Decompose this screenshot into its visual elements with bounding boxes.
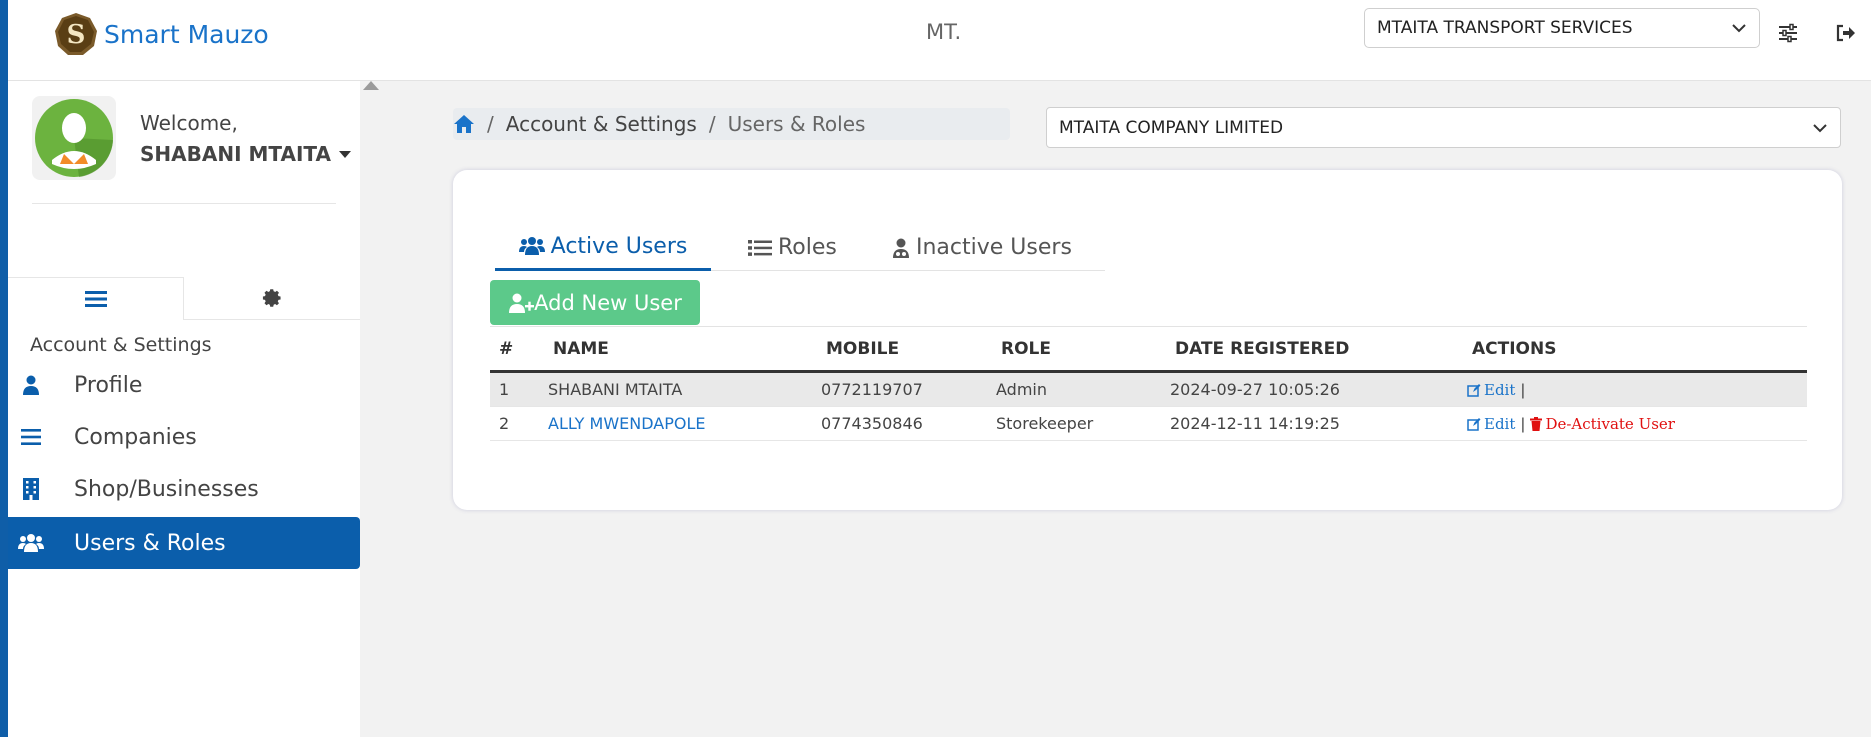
welcome-text: Welcome, [140,111,238,135]
sidebar-item-label: Companies [74,424,197,450]
cell-name: SHABANI MTAITA [548,380,683,399]
users-icon [18,533,44,553]
edit-link[interactable]: Edit [1467,415,1515,433]
tab-inactive-users[interactable]: Inactive Users [892,224,1072,271]
brand-logo-icon: S [55,13,97,55]
breadcrumb: / Account & Settings / Users & Roles [453,108,1010,140]
breadcrumb-item[interactable]: Account & Settings [506,112,697,136]
brand[interactable]: S Smart Mauzo [54,12,269,56]
cell-actions: Edit | De-Activate User [1467,415,1807,433]
avatar[interactable] [32,96,116,180]
header-center-text: MT. [926,20,962,44]
tab-label: Roles [778,235,837,260]
tab-active-users[interactable]: Active Users [495,224,711,271]
tab-label: Inactive Users [916,235,1072,260]
breadcrumb-current: Users & Roles [727,112,866,136]
chevron-down-icon [1813,123,1827,132]
sidebar-tab-menu[interactable] [8,277,184,320]
user-icon [18,375,44,395]
table-row: 1 SHABANI MTAITA 0772119707 Admin 2024-0… [490,373,1807,407]
sidebar-item-shops[interactable]: Shop/Businesses [8,463,360,515]
svg-text:S: S [67,20,86,50]
business-select-value: MTAITA TRANSPORT SERVICES [1377,18,1633,38]
cell-mobile: 0774350846 [821,414,923,433]
table-header: # NAME MOBILE ROLE DATE REGISTERED ACTIO… [490,327,1807,373]
gear-icon [262,289,281,307]
sidebar-item-label: Profile [74,372,143,398]
chevron-down-icon [1732,24,1746,33]
column-header: ROLE [1001,338,1051,359]
add-user-icon [509,293,535,313]
column-header: NAME [553,338,609,359]
cell-role: Storekeeper [996,414,1094,433]
company-select[interactable]: MTAITA COMPANY LIMITED [1046,107,1841,148]
column-header: ACTIONS [1472,338,1557,359]
trash-icon [1530,416,1543,431]
username: SHABANI MTAITA [140,142,331,166]
cell-role: Admin [996,380,1047,399]
avatar-icon [35,99,113,177]
sidebar-tabs [8,277,360,320]
logout-icon[interactable] [1834,21,1858,45]
sidebar-item-profile[interactable]: Profile [8,359,360,411]
edit-label: Edit [1484,380,1516,399]
top-header: S Smart Mauzo MT. MTAITA TRANSPORT SERVI… [8,0,1871,81]
scroll-up-arrow-icon[interactable] [363,81,379,90]
sidebar-item-users-roles[interactable]: Users & Roles [8,517,360,569]
action-separator: | [1520,414,1526,433]
sidebar-divider [32,203,336,204]
deactivate-user-link[interactable]: De-Activate User [1530,415,1675,433]
add-user-label: Add New User [534,290,682,315]
breadcrumb-separator: / [708,112,716,136]
column-header: DATE REGISTERED [1175,338,1350,359]
user-md-icon [892,238,910,258]
company-select-value: MTAITA COMPANY LIMITED [1059,117,1284,138]
users-card: Active Users Roles Inactive Users Add Ne… [453,170,1842,510]
action-separator: | [1520,380,1526,399]
tabs: Active Users Roles Inactive Users [495,224,1105,271]
list-icon [748,239,772,257]
add-user-button[interactable]: Add New User [490,280,700,325]
edit-icon [1467,383,1481,397]
brand-name: Smart Mauzo [104,19,269,49]
breadcrumb-separator: / [487,112,494,136]
sidebar-tab-settings[interactable] [184,277,360,320]
menu-icon [84,291,107,307]
cell-num: 1 [499,380,510,399]
table-row: 2 ALLY MWENDAPOLE 0774350846 Storekeeper… [490,407,1807,441]
home-icon[interactable] [453,114,475,134]
user-menu[interactable]: SHABANI MTAITA [140,142,351,166]
window-edge-strip [0,0,8,737]
column-header: MOBILE [826,338,900,359]
building-icon [18,478,44,500]
deactivate-label: De-Activate User [1545,414,1675,433]
sliders-icon[interactable] [1776,21,1800,45]
cell-num: 2 [499,414,510,433]
users-table: # NAME MOBILE ROLE DATE REGISTERED ACTIO… [490,326,1807,441]
cell-actions: Edit | [1467,381,1807,399]
users-icon [518,236,545,256]
list-icon [18,428,44,446]
edit-label: Edit [1484,414,1516,433]
caret-down-icon [338,150,351,158]
sidebar-section-title: Account & Settings [30,334,212,356]
sidebar-item-label: Users & Roles [74,530,226,556]
edit-link[interactable]: Edit [1467,381,1515,399]
cell-mobile: 0772119707 [821,380,923,399]
sidebar-item-companies[interactable]: Companies [8,411,360,463]
sidebar: Welcome, SHABANI MTAITA Account & Settin… [8,81,360,737]
business-select[interactable]: MTAITA TRANSPORT SERVICES [1364,8,1760,48]
sidebar-item-label: Shop/Businesses [74,476,259,502]
cell-date: 2024-09-27 10:05:26 [1170,380,1340,399]
cell-date: 2024-12-11 14:19:25 [1170,414,1340,433]
tab-roles[interactable]: Roles [748,224,837,271]
edit-icon [1467,417,1481,431]
column-header: # [499,338,514,359]
cell-name-link[interactable]: ALLY MWENDAPOLE [548,414,821,433]
tab-label: Active Users [550,233,688,259]
